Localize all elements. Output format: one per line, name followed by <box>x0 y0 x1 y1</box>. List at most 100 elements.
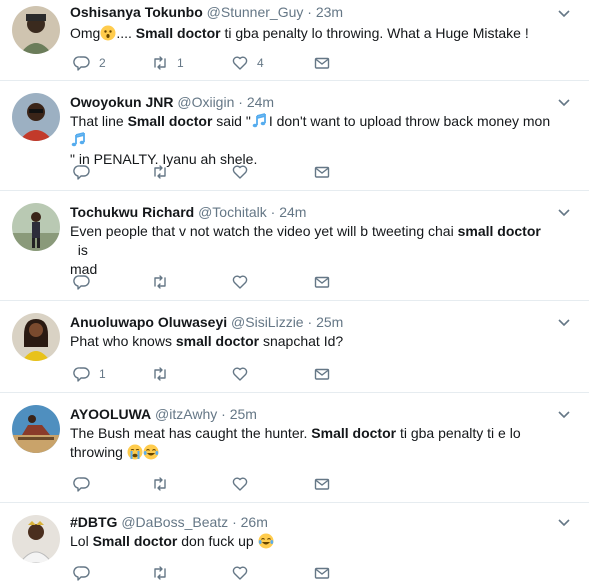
separator-dot: · <box>232 514 237 530</box>
avatar[interactable] <box>12 313 60 361</box>
tweet-text: Lol Small doctor don fuck up <box>70 532 556 551</box>
like-button[interactable] <box>231 272 257 292</box>
astonished-face-emoji-icon <box>100 25 116 41</box>
tweet[interactable]: Anuoluwapo Oluwaseyi @SisiLizzie · 25m P… <box>0 301 589 393</box>
reply-icon <box>73 564 91 582</box>
avatar[interactable] <box>12 6 60 54</box>
avatar[interactable] <box>12 203 60 251</box>
retweet-icon <box>151 365 169 383</box>
highlighted-term: small doctor <box>175 333 260 349</box>
chevron-down-icon[interactable] <box>557 315 571 329</box>
timestamp[interactable]: 25m <box>230 406 257 422</box>
user-handle[interactable]: @SisiLizzie <box>231 314 304 330</box>
retweet-button[interactable] <box>151 563 177 583</box>
retweet-count: 1 <box>177 56 184 70</box>
avatar[interactable] <box>12 515 60 563</box>
highlighted-term: small doctor <box>457 223 541 239</box>
reply-count: 1 <box>99 367 106 381</box>
direct-message-button[interactable] <box>313 364 331 384</box>
like-icon <box>231 54 249 72</box>
direct-message-button[interactable] <box>313 53 331 73</box>
display-name[interactable]: Anuoluwapo Oluwaseyi <box>70 314 227 330</box>
chevron-down-icon[interactable] <box>557 515 571 529</box>
tweet[interactable]: #DBTG @DaBoss_Beatz · 26m Lol Small doct… <box>0 503 589 583</box>
reply-button[interactable] <box>73 272 99 292</box>
separator-dot: · <box>307 314 313 330</box>
reply-button[interactable] <box>73 563 99 583</box>
text-segment: The Bush meat has caught the hunter. <box>70 425 312 441</box>
direct-message-button[interactable] <box>313 272 331 292</box>
retweet-button[interactable]: 1 <box>151 53 184 73</box>
highlighted-term: Small doctor <box>92 533 178 549</box>
reply-button[interactable] <box>73 162 99 182</box>
chevron-down-icon[interactable] <box>557 95 571 109</box>
direct-message-icon <box>313 54 331 72</box>
retweet-icon <box>151 273 169 291</box>
reply-icon <box>73 475 91 493</box>
chevron-down-icon[interactable] <box>557 407 571 421</box>
like-icon <box>231 365 249 383</box>
user-handle[interactable]: @Stunner_Guy <box>207 4 304 20</box>
tweet[interactable]: AYOOLUWA @itzAwhy · 25m The Bush meat ha… <box>0 393 589 503</box>
timestamp[interactable]: 24m <box>279 204 306 220</box>
text-segment: .... <box>116 25 136 41</box>
user-handle[interactable]: @Oxiigin <box>177 94 234 110</box>
text-segment: said " <box>212 113 251 129</box>
tweet-text: Phat who knows small doctor snapchat Id? <box>70 332 556 351</box>
reply-button[interactable]: 1 <box>73 364 106 384</box>
like-button[interactable] <box>231 162 257 182</box>
tweet[interactable]: Owoyokun JNR @Oxiigin · 24m That line Sm… <box>0 81 589 191</box>
direct-message-button[interactable] <box>313 563 331 583</box>
timestamp[interactable]: 25m <box>316 314 343 330</box>
tweet[interactable]: Tochukwu Richard @Tochitalk · 24m Even p… <box>0 191 589 301</box>
chevron-down-icon[interactable] <box>557 205 571 219</box>
like-button[interactable] <box>231 364 257 384</box>
direct-message-button[interactable] <box>313 162 331 182</box>
display-name[interactable]: AYOOLUWA <box>70 406 151 422</box>
avatar[interactable] <box>12 405 60 453</box>
like-icon <box>231 273 249 291</box>
text-segment: That line <box>70 113 128 129</box>
tweet-feed: Oshisanya Tokunbo @Stunner_Guy · 23m Omg… <box>0 0 589 583</box>
retweet-button[interactable] <box>151 272 177 292</box>
timestamp[interactable]: 23m <box>316 4 343 20</box>
musical-notes-emoji-icon <box>251 113 269 129</box>
display-name[interactable]: Tochukwu Richard <box>70 204 194 220</box>
separator-dot: · <box>238 94 243 110</box>
like-button[interactable]: 4 <box>231 53 264 73</box>
reply-button[interactable] <box>73 474 99 494</box>
display-name[interactable]: #DBTG <box>70 514 117 530</box>
retweet-button[interactable] <box>151 474 177 494</box>
separator-dot: · <box>307 4 312 20</box>
direct-message-button[interactable] <box>313 474 331 494</box>
timestamp[interactable]: 24m <box>247 94 274 110</box>
text-segment: ti gba penalty lo throwing. What a Huge … <box>220 25 529 41</box>
text-segment: don fuck up <box>177 533 258 549</box>
direct-message-icon <box>313 475 331 493</box>
retweet-button[interactable] <box>151 162 177 182</box>
chevron-down-icon[interactable] <box>557 6 571 20</box>
like-button[interactable] <box>231 474 257 494</box>
display-name[interactable]: Owoyokun JNR <box>70 94 173 110</box>
like-button[interactable] <box>231 563 257 583</box>
highlighted-term: Small doctor <box>311 425 397 441</box>
user-handle[interactable]: @DaBoss_Beatz <box>121 514 228 530</box>
user-handle[interactable]: @itzAwhy <box>155 406 217 422</box>
reply-icon <box>73 365 91 383</box>
avatar[interactable] <box>12 93 60 141</box>
reply-button[interactable]: 2 <box>73 53 106 73</box>
crying-face-emoji-icon <box>127 444 143 460</box>
text-segment: ti gba penalty ti e lo <box>396 425 521 441</box>
text-segment: is <box>70 242 88 258</box>
tweet[interactable]: Oshisanya Tokunbo @Stunner_Guy · 23m Omg… <box>0 0 589 81</box>
display-name[interactable]: Oshisanya Tokunbo <box>70 4 203 20</box>
musical-notes-emoji-icon <box>70 132 88 148</box>
timestamp[interactable]: 26m <box>241 514 268 530</box>
retweet-icon <box>151 475 169 493</box>
direct-message-icon <box>313 365 331 383</box>
retweet-icon <box>151 163 169 181</box>
retweet-icon <box>151 54 169 72</box>
retweet-button[interactable] <box>151 364 177 384</box>
user-handle[interactable]: @Tochitalk <box>198 204 267 220</box>
retweet-icon <box>151 564 169 582</box>
